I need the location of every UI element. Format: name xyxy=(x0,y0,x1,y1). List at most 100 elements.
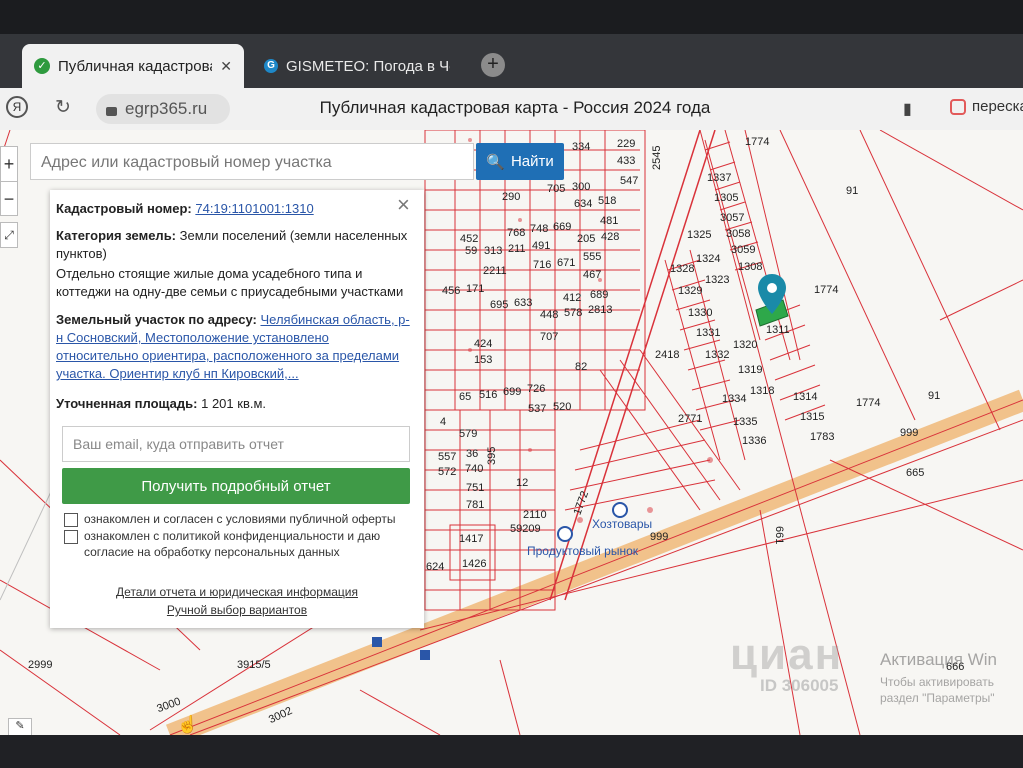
parcel-label: 1311 xyxy=(766,324,790,336)
parcel-label: 572 xyxy=(438,466,456,478)
check-circle-icon: ✓ xyxy=(34,58,50,74)
parcel-label: 1318 xyxy=(750,385,774,397)
parcel-label: 1315 xyxy=(800,411,824,423)
get-report-button[interactable]: Получить подробный отчет xyxy=(62,468,410,504)
parcel-label: 665 xyxy=(906,467,924,479)
bus-stop-icon[interactable] xyxy=(372,637,382,647)
parcel-label: 1319 xyxy=(738,364,762,376)
zoom-control[interactable]: + − xyxy=(0,146,18,216)
cursor-hand-icon: ☝ xyxy=(177,715,199,734)
zoom-out-button[interactable]: − xyxy=(1,182,17,216)
parcel-label: 669 xyxy=(553,221,571,233)
parcel-label: 999 xyxy=(900,427,918,439)
parcel-label: 2999 xyxy=(28,659,52,671)
offer-checkbox[interactable] xyxy=(64,513,78,527)
parcel-label: 707 xyxy=(540,331,558,343)
close-tab-icon[interactable]: ✕ xyxy=(220,58,232,75)
parcel-label: 3059 xyxy=(731,244,755,256)
tab-cadastral-map[interactable]: ✓ Публичная кадастрова ✕ xyxy=(22,44,244,88)
parcel-label: 671 xyxy=(557,257,575,269)
parcel-label: 768 xyxy=(507,227,525,239)
parcel-label: 229 xyxy=(617,138,635,150)
market-poi-icon[interactable] xyxy=(557,526,573,542)
parcel-label: 433 xyxy=(617,155,635,167)
parcel-label: 424 xyxy=(474,338,492,350)
area-label: Уточненная площадь: xyxy=(56,396,198,411)
parcel-label: 456 xyxy=(442,285,460,297)
parcel-label: 1772 xyxy=(571,490,591,517)
parcel-label: 91 xyxy=(928,390,940,402)
page-title: Публичная кадастровая карта - Россия 202… xyxy=(319,98,711,117)
parcel-label: 1325 xyxy=(687,229,711,241)
parcel-label: 999 xyxy=(650,531,668,543)
parcel-label: 1324 xyxy=(696,253,720,265)
parcel-label: 2545 xyxy=(651,146,663,170)
parcel-label: 2211 xyxy=(483,265,507,277)
share-icon xyxy=(950,98,966,115)
parcel-label: 3002 xyxy=(267,705,294,726)
parcel-label: 2418 xyxy=(655,349,679,361)
cian-watermark: циан xyxy=(730,630,844,679)
tab-title: Публичная кадастрова xyxy=(58,57,213,75)
windows-activation-text: Чтобы активировать раздел "Параметры" xyxy=(880,675,995,705)
cadastral-number-link[interactable]: 74:19:1101001:1310 xyxy=(195,201,313,216)
search-input[interactable]: Адрес или кадастровый номер участка xyxy=(30,143,474,180)
parcel-label: 3057 xyxy=(720,212,744,224)
parcel-label: 1305 xyxy=(714,192,738,204)
new-tab-button[interactable]: + xyxy=(481,53,505,77)
parcel-label: 2771 xyxy=(678,413,702,425)
parcel-label: 1320 xyxy=(733,339,757,351)
domain-pill[interactable]: egrp365.ru xyxy=(96,94,230,124)
parcel-label: 537 xyxy=(528,403,546,415)
yandex-icon[interactable]: Я xyxy=(6,96,28,118)
parcel-label: 1335 xyxy=(733,416,757,428)
find-button[interactable]: 🔍 Найти xyxy=(476,143,564,180)
zoom-in-button[interactable]: + xyxy=(1,147,17,182)
taskbar xyxy=(0,735,1023,768)
cadastral-label: Кадастровый номер: xyxy=(56,201,192,216)
fullscreen-button[interactable]: ⤢ xyxy=(0,222,18,248)
parcel-label: 65 xyxy=(459,391,471,403)
parcel-label: 689 xyxy=(590,289,608,301)
pencil-icon[interactable]: ✎ xyxy=(8,718,32,736)
parcel-label: 59209 xyxy=(510,523,541,535)
parcel-info-panel: × Кадастровый номер: 74:19:1101001:1310 … xyxy=(50,190,424,628)
email-field[interactable]: Ваш email, куда отправить отчет xyxy=(62,426,410,462)
parcel-label: 547 xyxy=(620,175,638,187)
parcel-label: 82 xyxy=(575,361,587,373)
parcel-label: 1774 xyxy=(745,136,769,148)
bookmark-icon[interactable]: ▮ xyxy=(903,99,912,119)
parcel-label: 3915/5 xyxy=(237,659,271,671)
parcel-label: 491 xyxy=(532,240,550,252)
offer-consent[interactable]: ознакомлен и согласен с условиями публич… xyxy=(64,511,395,527)
g-logo-icon: G xyxy=(264,59,278,73)
share-button[interactable]: переска xyxy=(950,98,1023,115)
location-pin-icon[interactable] xyxy=(758,274,786,314)
bus-stop-icon[interactable] xyxy=(420,650,430,660)
privacy-checkbox[interactable] xyxy=(64,530,78,544)
parcel-label: 1331 xyxy=(696,327,720,339)
parcel-label: 695 xyxy=(490,299,508,311)
parcel-label: 313 xyxy=(484,245,502,257)
parcel-label: 467 xyxy=(583,269,601,281)
shop-poi-icon[interactable] xyxy=(612,502,628,518)
reload-icon[interactable]: ↻ xyxy=(55,96,71,119)
parcel-label: 624 xyxy=(426,561,444,573)
parcel-label: 1774 xyxy=(814,284,838,296)
parcel-label: 2813 xyxy=(588,304,612,316)
manual-select-link[interactable]: Ручной выбор вариантов xyxy=(50,603,424,617)
domain-text: egrp365.ru xyxy=(125,99,208,118)
parcel-label: 290 xyxy=(502,191,520,203)
parcel-label: 1314 xyxy=(793,391,817,403)
parcel-label: 452 xyxy=(460,233,478,245)
privacy-consent[interactable]: ознакомлен с политикой конфиденциальност… xyxy=(64,528,404,560)
parcel-label: 448 xyxy=(540,309,558,321)
parcel-label: 428 xyxy=(601,231,619,243)
category-label: Категория земель: xyxy=(56,228,177,243)
parcel-label: 1334 xyxy=(722,393,746,405)
tab-gismeteo[interactable]: G GISMETEO: Погода в Чел xyxy=(252,44,462,88)
details-link[interactable]: Детали отчета и юридическая информация xyxy=(50,585,424,599)
parcel-label: 1774 xyxy=(856,397,880,409)
parcel-label: 748 xyxy=(530,223,548,235)
parcel-label: 205 xyxy=(577,233,595,245)
